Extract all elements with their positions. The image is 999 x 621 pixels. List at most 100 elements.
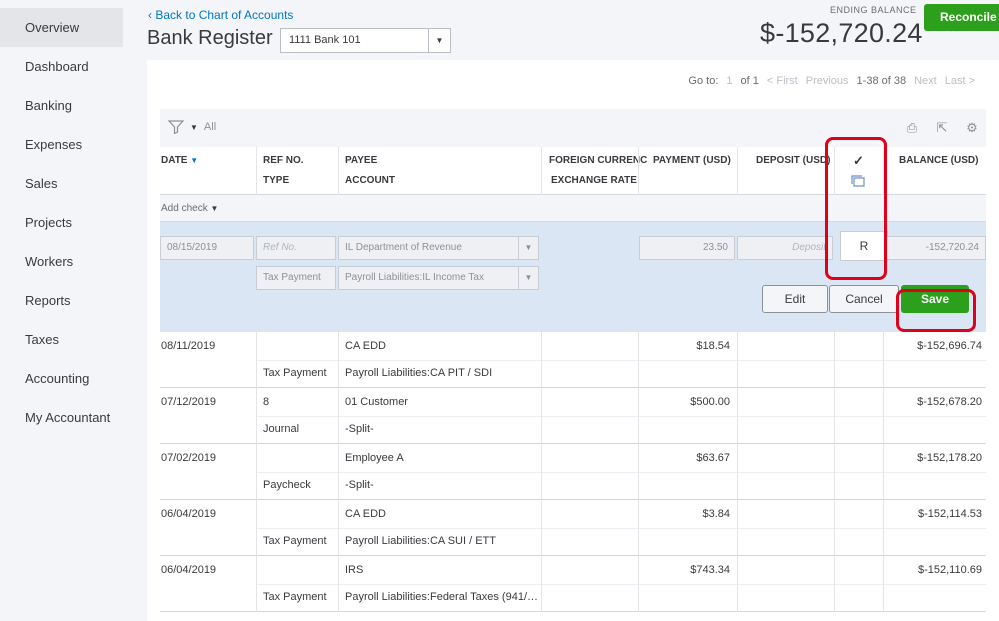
table-row[interactable]: 06/04/2019 CA EDD $3.84 $-152,114.53 Tax… (160, 500, 986, 556)
sidebar-item-banking[interactable]: Banking (0, 86, 147, 125)
account-field-value: Payroll Liabilities:IL Income Tax (345, 272, 484, 283)
row-account: Payroll Liabilities:CA SUI / ETT (345, 535, 496, 547)
sidebar-item-accounting[interactable]: Accounting (0, 359, 147, 398)
payee-field[interactable]: IL Department of Revenue ▼ (338, 236, 539, 260)
row-ref: 8 (263, 396, 270, 408)
chevron-down-icon: ▼ (190, 122, 198, 132)
page-title: Bank Register (147, 27, 273, 49)
previous-page-link[interactable]: Previous (806, 75, 849, 87)
deposit-column-header[interactable]: DEPOSIT (USD) (756, 155, 830, 166)
sidebar-item-overview[interactable]: Overview (0, 8, 123, 47)
date-column-header[interactable]: DATE ▼ (161, 155, 198, 166)
row-account: -Split- (345, 479, 374, 491)
sidebar-item-my-accountant[interactable]: My Accountant (0, 398, 147, 437)
sidebar-item-taxes[interactable]: Taxes (0, 320, 147, 359)
sidebar-item-projects[interactable]: Projects (0, 203, 147, 242)
table-row[interactable]: 08/11/2019 CA EDD $18.54 $-152,696.74 Ta… (160, 332, 986, 388)
row-date: 07/02/2019 (161, 452, 217, 464)
sidebar-item-expenses[interactable]: Expenses (0, 125, 147, 164)
row-payment: $63.67 (696, 452, 730, 464)
row-balance: $-152,678.20 (917, 396, 982, 408)
table-row[interactable]: 06/04/2019 IRS $743.34 $-152,110.69 Tax … (160, 556, 986, 612)
sort-down-icon: ▼ (190, 156, 199, 165)
register-panel: Go to: 1 of 1 < First Previous 1-38 of 3… (147, 60, 999, 621)
payee-field-value: IL Department of Revenue (345, 242, 462, 253)
row-account: Payroll Liabilities:CA PIT / SDI (345, 367, 493, 379)
ref-no-field[interactable]: Ref No. (256, 236, 336, 260)
account-column-header[interactable]: ACCOUNT (345, 175, 395, 186)
balance-column-header[interactable]: BALANCE (USD) (899, 155, 978, 166)
export-icon[interactable]: ⇱ (934, 120, 950, 136)
row-balance: $-152,110.69 (917, 564, 982, 576)
row-balance: $-152,696.74 (917, 340, 982, 352)
row-type: Journal (263, 423, 300, 435)
account-select[interactable]: 1111 Bank 101 ▼ (280, 28, 451, 53)
reconcile-status-toggle[interactable]: R (840, 231, 888, 261)
back-to-chart-of-accounts-link[interactable]: ‹ Back to Chart of Accounts (148, 8, 293, 22)
date-field[interactable]: 08/15/2019 (160, 236, 254, 260)
row-payee: Employee A (345, 452, 404, 464)
table-row[interactable]: 07/12/2019 8 01 Customer $500.00 $-152,6… (160, 388, 986, 444)
filter-dropdown[interactable]: ▼ All (168, 120, 216, 134)
goto-label: Go to: (688, 75, 719, 87)
gear-icon[interactable]: ⚙ (964, 120, 980, 136)
split-link[interactable]: -Split- (345, 423, 374, 435)
print-icon[interactable]: ⎙ (904, 120, 920, 136)
row-payee: CA EDD (345, 508, 386, 520)
balance-field: -152,720.24 (884, 236, 986, 260)
save-button[interactable]: Save (901, 285, 969, 313)
next-page-link[interactable]: Next (914, 75, 937, 87)
first-page-link[interactable]: < First (767, 75, 798, 87)
pagination: Go to: 1 of 1 < First Previous 1-38 of 3… (688, 75, 975, 87)
chevron-down-icon: ▼ (428, 29, 450, 52)
row-payment: $500.00 (690, 396, 730, 408)
last-page-link[interactable]: Last > (945, 75, 975, 87)
checkmark-icon[interactable]: ✓ (853, 153, 864, 169)
filter-icon (168, 120, 184, 134)
sidebar-item-sales[interactable]: Sales (0, 164, 147, 203)
payment-field[interactable]: 23.50 (639, 236, 735, 260)
row-payment: $3.84 (702, 508, 730, 520)
table-header: DATE ▼ REF NO. TYPE PAYEE ACCOUNT FOREIG… (160, 147, 986, 195)
ref-column-header[interactable]: REF NO. (263, 155, 304, 166)
row-date: 07/12/2019 (161, 396, 217, 408)
filter-value: All (203, 121, 217, 133)
exchange-rate-column-header[interactable]: EXCHANGE RATE (551, 175, 637, 186)
type-column-header[interactable]: TYPE (263, 175, 289, 186)
record-range: 1-38 of 38 (856, 75, 907, 87)
ending-balance-value: $-152,720.24 (760, 18, 923, 48)
chevron-down-icon: ▼ (518, 267, 538, 289)
row-type: Paycheck (263, 479, 311, 491)
page-number-input[interactable]: 1 (726, 75, 732, 87)
back-link-label: Back to Chart of Accounts (155, 8, 294, 22)
register-toolbar: ▼ All ⎙ ⇱ ⚙ (160, 109, 986, 147)
row-account: Payroll Liabilities:Federal Taxes (941/… (345, 591, 538, 603)
type-field: Tax Payment (256, 266, 336, 290)
payee-column-header[interactable]: PAYEE (345, 155, 377, 166)
row-date: 08/11/2019 (161, 340, 216, 352)
deposit-field[interactable]: Deposit (737, 236, 833, 260)
edit-button[interactable]: Edit (762, 285, 828, 313)
register-table: DATE ▼ REF NO. TYPE PAYEE ACCOUNT FOREIG… (160, 147, 986, 612)
copy-icon[interactable] (850, 175, 866, 190)
cancel-button[interactable]: Cancel (829, 285, 899, 313)
table-row[interactable]: 07/02/2019 Employee A $63.67 $-152,178.2… (160, 444, 986, 500)
reconcile-button[interactable]: Reconcile (924, 4, 999, 31)
row-balance: $-152,114.53 (917, 508, 982, 520)
row-date: 06/04/2019 (161, 508, 217, 520)
account-select-value: 1111 Bank 101 (289, 34, 361, 46)
account-field[interactable]: Payroll Liabilities:IL Income Tax ▼ (338, 266, 539, 290)
row-type: Tax Payment (263, 591, 327, 603)
payment-column-header[interactable]: PAYMENT (USD) (653, 155, 731, 166)
chevron-down-icon: ▼ (210, 204, 219, 213)
edit-transaction-row: 08/15/2019 Ref No. IL Department of Reve… (160, 222, 986, 332)
row-balance: $-152,178.20 (917, 452, 982, 464)
row-type: Tax Payment (263, 367, 327, 379)
add-check-dropdown[interactable]: Add check ▼ (161, 203, 218, 214)
sidebar-item-dashboard[interactable]: Dashboard (0, 47, 147, 86)
foreign-currency-column-header[interactable]: FOREIGN CURRENC (549, 155, 647, 166)
ending-balance-label: ENDING BALANCE (830, 5, 917, 15)
row-date: 06/04/2019 (161, 564, 217, 576)
sidebar-item-workers[interactable]: Workers (0, 242, 147, 281)
sidebar-item-reports[interactable]: Reports (0, 281, 147, 320)
